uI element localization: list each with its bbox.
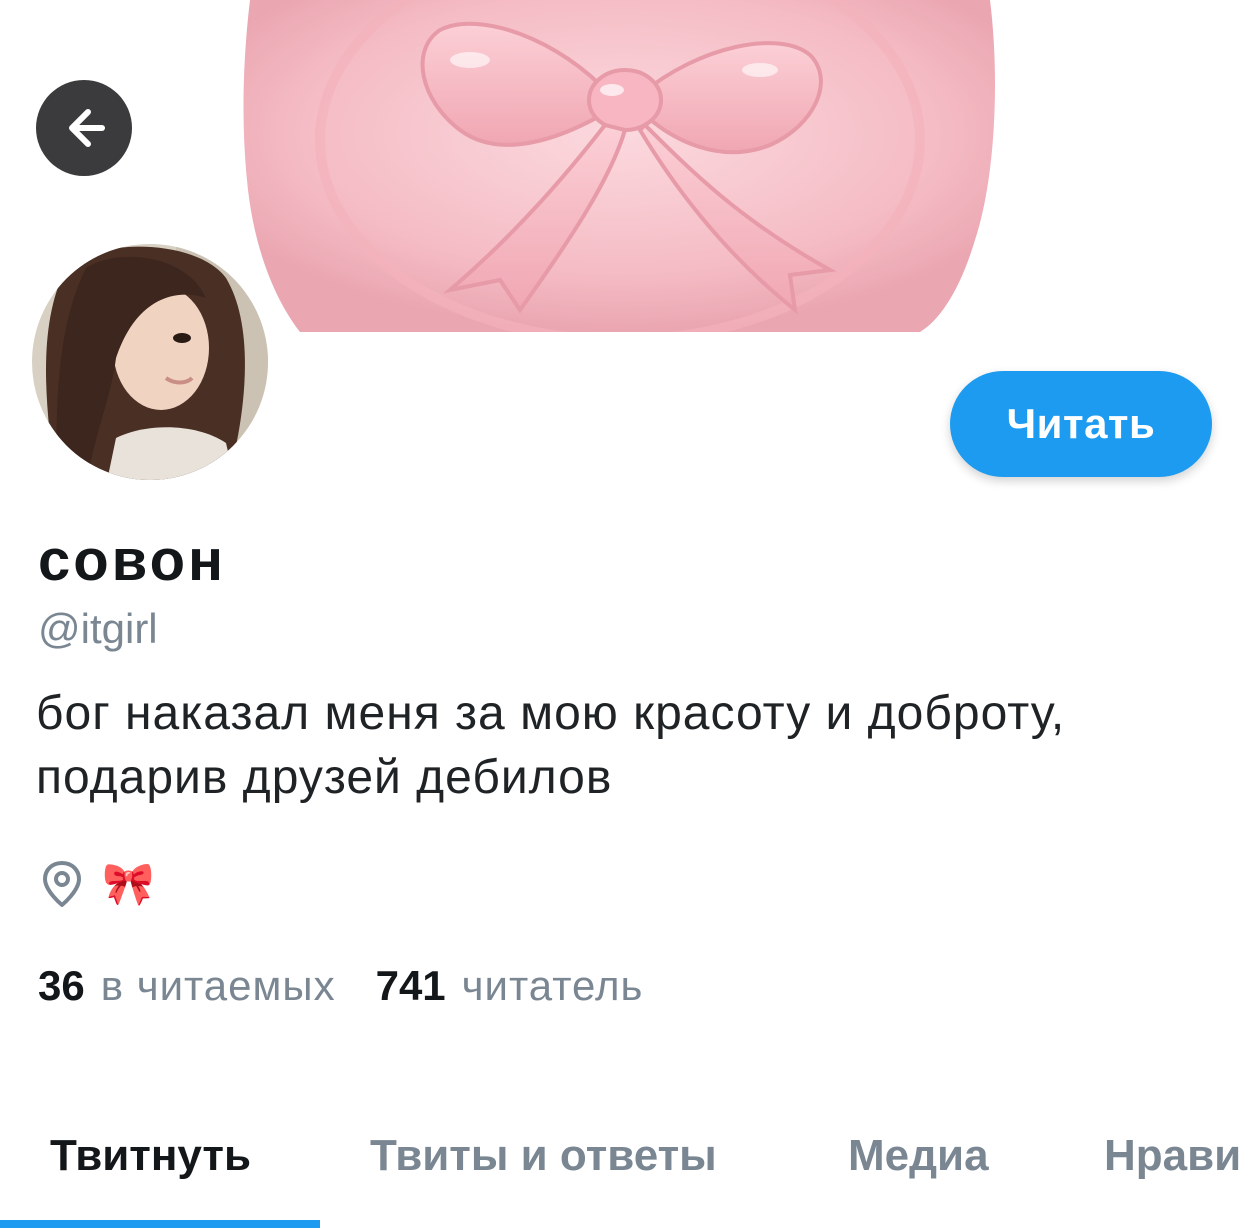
tab-likes[interactable]: Нравится <box>1104 1130 1242 1182</box>
profile-bio: бог наказал меня за мою красоту и доброт… <box>36 687 1066 804</box>
profile-stats: 36 в читаемых 741 читатель <box>38 958 643 1014</box>
following-count: 36 <box>38 962 85 1009</box>
profile-photo <box>26 238 274 486</box>
follow-button[interactable]: Читать <box>950 371 1212 477</box>
location-pin-icon <box>43 861 81 907</box>
followers-stat[interactable]: 741 читатель <box>376 958 644 1014</box>
location-text: 🎀 <box>102 860 155 907</box>
profile-tabs: Твитнуть Твиты и ответы Медиа Нравится <box>0 1100 1242 1232</box>
followers-label: читатель <box>461 962 644 1009</box>
following-stat[interactable]: 36 в читаемых <box>38 958 336 1014</box>
tab-tweets[interactable]: Твитнуть <box>50 1130 251 1182</box>
arrow-left-icon <box>69 109 105 147</box>
tab-media[interactable]: Медиа <box>848 1130 989 1182</box>
followers-count: 741 <box>375 962 446 1009</box>
avatar[interactable] <box>26 238 274 486</box>
tab-tweets-and-replies[interactable]: Твиты и ответы <box>370 1130 717 1182</box>
display-name: совон <box>38 528 227 593</box>
back-button[interactable] <box>36 80 132 176</box>
profile-location: 🎀 <box>40 856 154 912</box>
profile-handle: @itgirl <box>38 605 158 652</box>
following-label: в читаемых <box>100 962 336 1009</box>
active-tab-indicator <box>0 1220 320 1228</box>
